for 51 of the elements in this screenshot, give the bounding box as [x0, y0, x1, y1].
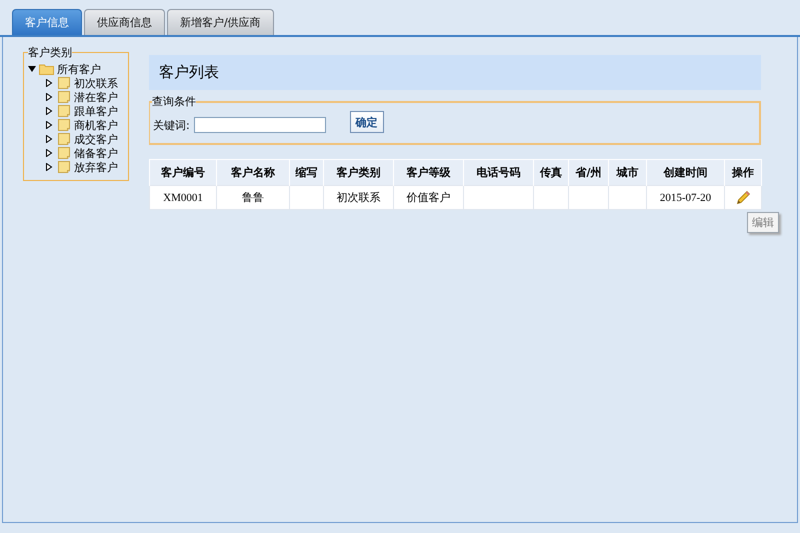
keyword-label: 关键词:: [153, 118, 190, 132]
pencil-icon[interactable]: [735, 190, 751, 206]
category-item[interactable]: 潜在客户: [74, 90, 118, 104]
collapsed-arrow-icon[interactable]: [45, 107, 53, 115]
tab[interactable]: 供应商信息: [84, 9, 165, 35]
tab[interactable]: 客户信息: [12, 9, 82, 35]
table-cell: 2015-07-20: [646, 186, 724, 210]
collapsed-arrow-icon[interactable]: [45, 93, 53, 101]
note-icon: [56, 77, 71, 89]
collapsed-arrow-icon[interactable]: [45, 163, 53, 171]
confirm-button[interactable]: 确定: [350, 111, 384, 133]
column-header: 电话号码: [464, 160, 534, 186]
table-cell: 鲁鲁: [216, 186, 290, 210]
column-header: 城市: [608, 160, 646, 186]
note-icon: [56, 161, 71, 173]
query-section-title: 查询条件: [152, 94, 196, 109]
column-header: 客户类别: [324, 160, 394, 186]
column-header: 操作: [724, 160, 762, 186]
category-item[interactable]: 成交客户: [74, 132, 118, 146]
column-header: 创建时间: [646, 160, 724, 186]
note-icon: [56, 147, 71, 159]
note-icon: [56, 119, 71, 131]
keyword-field[interactable]: [194, 117, 326, 133]
column-header: 客户等级: [394, 160, 464, 186]
table-cell: 初次联系: [324, 186, 394, 210]
list-title: 客户列表: [149, 55, 761, 90]
collapsed-arrow-icon[interactable]: [45, 149, 53, 157]
category-item[interactable]: 储备客户: [74, 146, 118, 160]
folder-icon: [39, 63, 54, 75]
tab[interactable]: 新增客户/供应商: [167, 9, 274, 35]
collapsed-arrow-icon[interactable]: [45, 79, 53, 87]
column-header: 缩写: [290, 160, 324, 186]
note-icon: [56, 133, 71, 145]
note-icon: [56, 91, 71, 103]
category-item[interactable]: 跟单客户: [74, 104, 118, 118]
category-item[interactable]: 初次联系: [74, 76, 118, 90]
expanded-arrow-icon[interactable]: [28, 65, 36, 73]
tooltip: 编辑: [747, 212, 779, 233]
column-header: 客户编号: [150, 160, 216, 186]
category-item[interactable]: 商机客户: [74, 118, 118, 132]
table-cell: 价值客户: [394, 186, 464, 210]
note-icon: [56, 105, 71, 117]
category-item[interactable]: 放弃客户: [74, 160, 118, 174]
collapsed-arrow-icon[interactable]: [45, 135, 53, 143]
table-cell: XM0001: [150, 186, 216, 210]
column-header: 传真: [534, 160, 568, 186]
panel-title: 客户类别: [28, 45, 72, 60]
category-item[interactable]: 所有客户: [57, 62, 101, 76]
column-header: 客户名称: [216, 160, 290, 186]
collapsed-arrow-icon[interactable]: [45, 121, 53, 129]
column-header: 省/州: [568, 160, 608, 186]
